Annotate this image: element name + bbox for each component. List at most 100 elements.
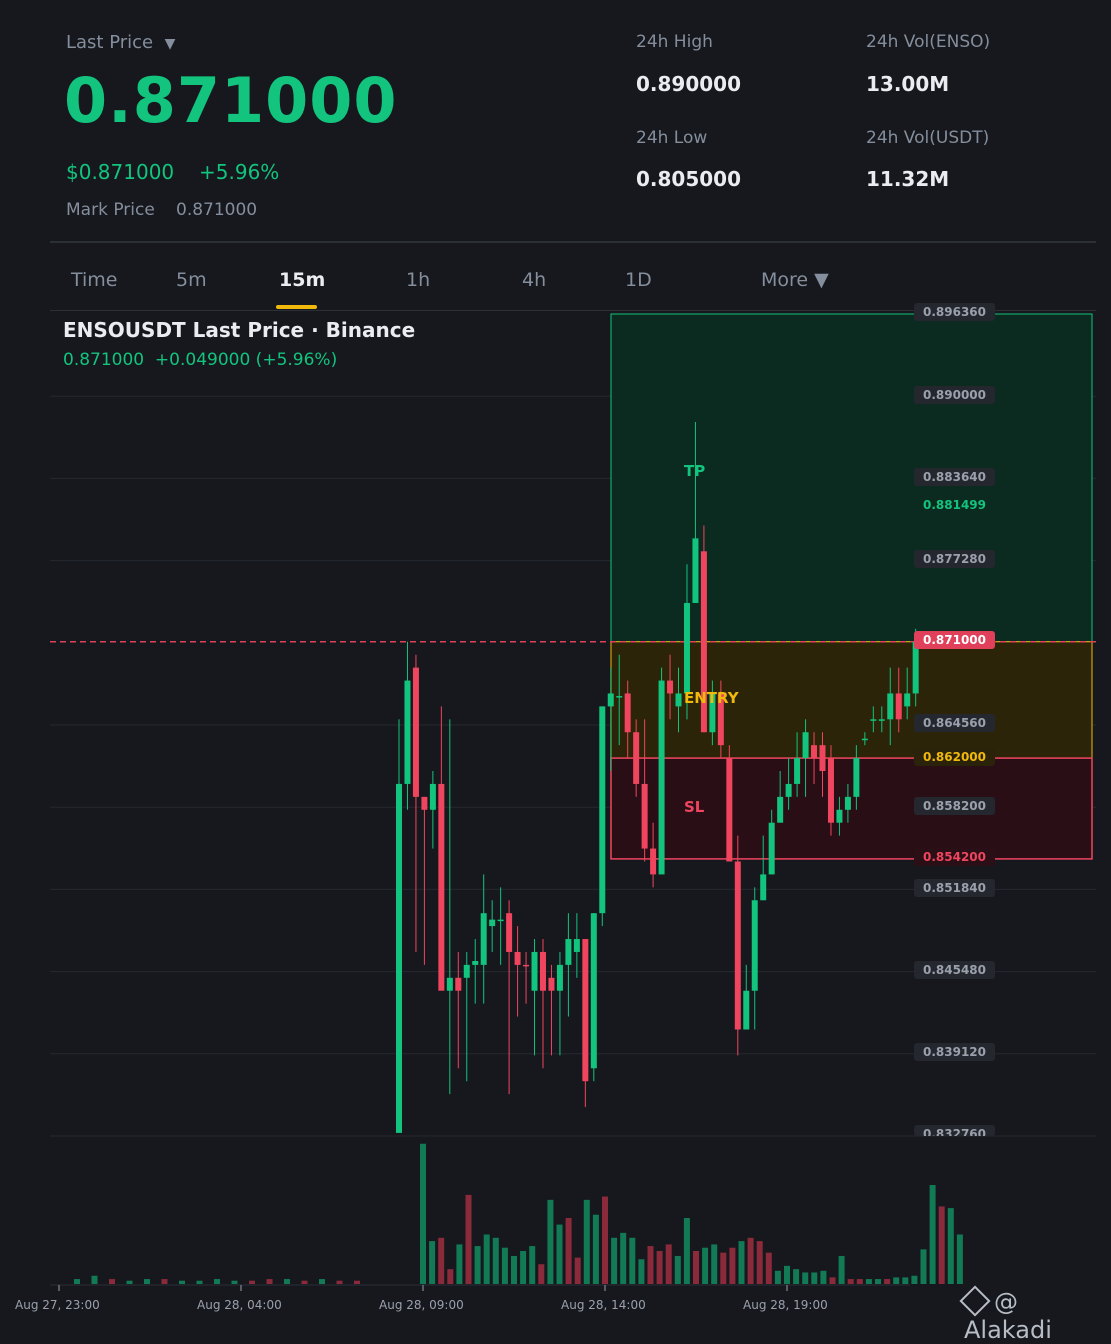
tp-label: TP	[684, 462, 706, 480]
chart-subtitle: 0.871000 +0.049000 (+5.96%)	[63, 350, 338, 370]
volume-bar	[249, 1280, 255, 1284]
volume-bar	[638, 1259, 645, 1284]
watermark: @ Alakadi	[959, 1285, 1111, 1344]
volume-bar	[231, 1280, 238, 1284]
x-tick-label: Aug 28, 04:00	[197, 1298, 282, 1312]
candle-up	[794, 758, 801, 784]
y-tick-label: 0.890000	[914, 386, 995, 404]
candle-down	[582, 939, 589, 1082]
candle-down	[667, 680, 674, 694]
x-tick-label: Aug 28, 14:00	[561, 1298, 646, 1312]
volume-bar	[893, 1277, 900, 1284]
volume-bar	[920, 1249, 927, 1284]
candle-down	[633, 732, 640, 784]
volume-bar	[802, 1272, 809, 1284]
volume-bar	[765, 1252, 772, 1284]
candle-up	[616, 696, 623, 698]
volume-bar	[747, 1237, 754, 1284]
volume-bar	[947, 1208, 954, 1284]
volume-bar	[702, 1247, 709, 1284]
volume-bar	[447, 1269, 454, 1284]
y-tick-label: 0.896360	[914, 303, 995, 321]
candle-down	[506, 913, 513, 952]
volume-bar	[838, 1255, 845, 1284]
candle-up	[489, 919, 496, 927]
volume-bar	[611, 1237, 618, 1284]
candle-down	[514, 951, 521, 965]
volume-bar	[902, 1277, 909, 1284]
volume-bar	[556, 1224, 563, 1284]
volume-bar	[938, 1206, 945, 1284]
volume-bar	[884, 1279, 891, 1284]
candle-up	[692, 538, 699, 603]
volume-bar	[720, 1252, 727, 1284]
candle-up	[853, 758, 860, 797]
volume-bar	[793, 1269, 800, 1284]
volume-bar	[429, 1241, 436, 1284]
volume-bar	[438, 1237, 445, 1284]
candle-down	[650, 848, 657, 875]
volume-bar	[811, 1272, 818, 1284]
tp-price-label: 0.881499	[914, 496, 995, 514]
binance-logo-icon	[959, 1285, 991, 1317]
entry-price-label: 0.862000	[914, 748, 995, 766]
candle-down	[438, 783, 445, 991]
volume-bar	[729, 1247, 736, 1284]
volume-bar	[284, 1279, 290, 1284]
candle-up	[751, 900, 758, 991]
volume-bar	[756, 1241, 763, 1284]
candle-up	[472, 961, 479, 965]
candle-up	[878, 719, 885, 721]
volume-bar	[693, 1251, 699, 1284]
volume-bar	[774, 1270, 781, 1284]
candle-up	[396, 783, 402, 1133]
candle-up	[565, 939, 572, 965]
candle-down	[734, 861, 741, 1030]
volume-bar	[538, 1264, 545, 1284]
volume-bar	[647, 1246, 654, 1284]
candle-up	[531, 951, 538, 991]
candle-down	[726, 758, 733, 862]
volume-bar	[474, 1246, 481, 1284]
y-tick-label: 0.883640	[914, 468, 995, 486]
sl-label: SL	[684, 798, 705, 816]
x-tick-label: Aug 28, 09:00	[379, 1298, 464, 1312]
candle-up	[599, 706, 606, 914]
volume-bar	[547, 1199, 554, 1284]
volume-bar	[161, 1279, 168, 1284]
volume-bar	[620, 1232, 627, 1284]
candle-up	[556, 964, 563, 991]
volume-bar	[956, 1234, 963, 1284]
candle-up	[904, 693, 911, 707]
candle-up	[887, 693, 894, 720]
candle-up	[777, 796, 784, 823]
volume-bar	[865, 1279, 872, 1284]
volume-bar	[74, 1279, 80, 1284]
volume-bar	[483, 1234, 490, 1284]
candle-up	[683, 602, 690, 694]
volume-bar	[511, 1255, 517, 1284]
candle-up	[768, 822, 775, 875]
volume-bar	[629, 1237, 636, 1284]
candle-up	[446, 977, 453, 991]
candle-up	[844, 796, 851, 810]
volume-bar	[319, 1279, 325, 1284]
candle-down	[421, 796, 428, 810]
volume-bar	[911, 1275, 918, 1284]
y-tick-label: 0.877280	[914, 550, 995, 568]
volume-bar	[875, 1279, 881, 1284]
volume-bar	[856, 1279, 863, 1284]
candle-down	[548, 977, 555, 991]
volume-bar	[126, 1280, 133, 1284]
volume-bar	[196, 1280, 203, 1284]
candle-up	[912, 641, 919, 694]
volume-bar	[592, 1214, 599, 1284]
y-tick-label: 0.845480	[914, 961, 995, 979]
y-tick-label: 0.864560	[914, 714, 995, 732]
candle-up	[658, 680, 665, 875]
candle-up	[463, 964, 470, 978]
volume-bar	[683, 1218, 690, 1284]
candle-up	[429, 783, 436, 810]
volume-bar	[144, 1279, 150, 1284]
candle-down	[827, 758, 834, 823]
